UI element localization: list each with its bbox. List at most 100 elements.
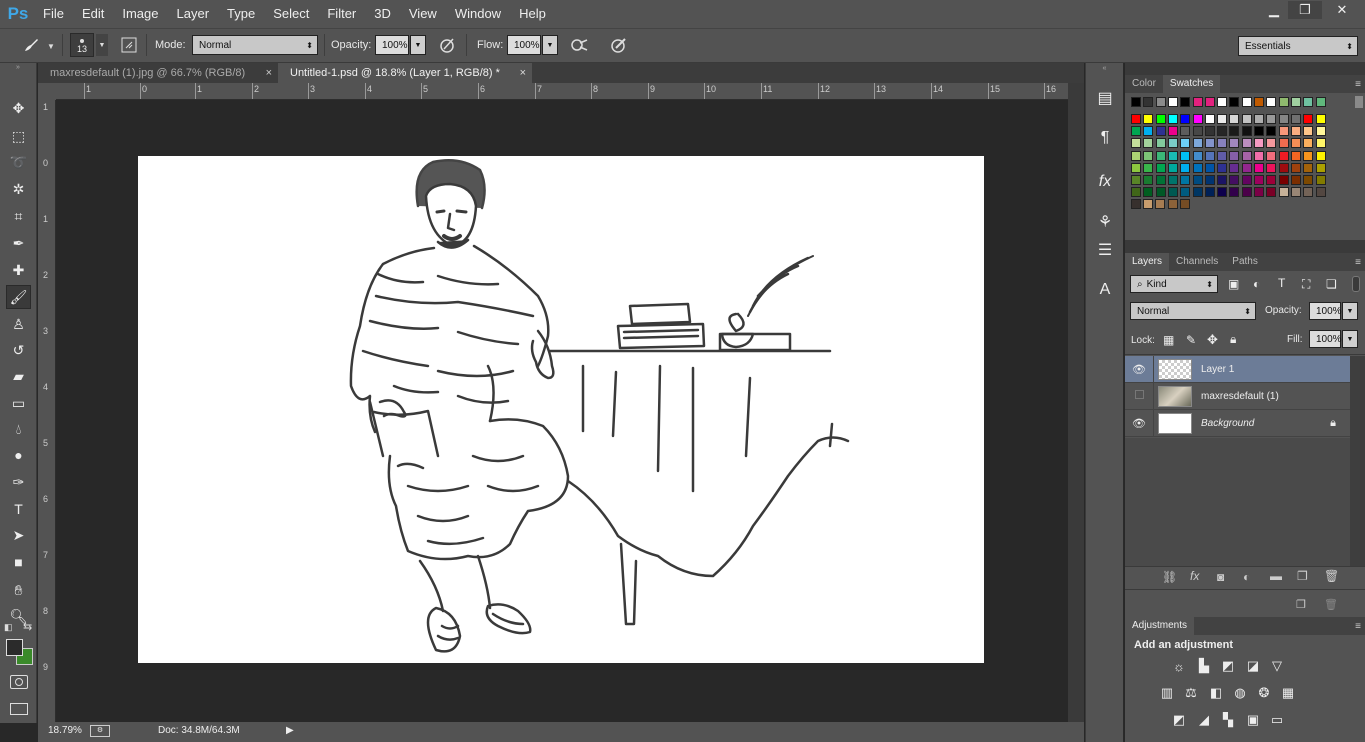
color-swatch[interactable] (1290, 97, 1301, 107)
color-swatch[interactable] (1131, 150, 1141, 161)
color-swatch[interactable] (1155, 175, 1166, 185)
color-swatch[interactable] (1180, 162, 1191, 173)
link-layers-icon[interactable]: ⛓ (1162, 570, 1177, 584)
restore-icon[interactable]: ❐ (1288, 1, 1322, 19)
color-swatch[interactable] (1192, 126, 1203, 137)
layer-thumbnail[interactable] (1158, 385, 1192, 407)
tab-channels[interactable]: Channels (1169, 253, 1225, 271)
color-swatch[interactable] (1315, 187, 1326, 198)
color-swatch[interactable] (1303, 162, 1314, 173)
color-swatch[interactable] (1303, 175, 1314, 185)
paragraph-icon[interactable]: ¶ (1093, 126, 1117, 150)
color-swatch[interactable] (1155, 97, 1166, 107)
color-swatch[interactable] (1254, 138, 1264, 149)
layer-row[interactable]: 👁︎ Layer 1 (1125, 355, 1350, 383)
color-swatch[interactable] (1167, 138, 1178, 149)
close-icon[interactable]: ✕ (1320, 1, 1364, 19)
color-swatch[interactable] (1229, 114, 1240, 124)
color-swatch[interactable] (1204, 97, 1215, 107)
tab-close-icon[interactable]: × (266, 67, 272, 79)
menu-view[interactable]: View (400, 0, 446, 28)
brush-size-picker[interactable]: 13 (70, 33, 94, 57)
color-swatch[interactable] (1229, 126, 1240, 137)
new-item-icon[interactable]: ❐ (1296, 598, 1306, 611)
pen-tool-icon[interactable]: ✑ (6, 470, 31, 494)
eraser-tool-icon[interactable]: ▰ (6, 364, 31, 388)
flow-slider-arrow-icon[interactable]: ▼ (542, 35, 558, 55)
color-swatch[interactable] (1241, 97, 1252, 107)
color-swatch[interactable] (1180, 126, 1191, 137)
color-swatch[interactable] (1180, 199, 1190, 210)
color-swatch[interactable] (1266, 114, 1277, 124)
color-swatch[interactable] (1131, 175, 1141, 185)
lock-transparent-icon[interactable]: ▦ (1163, 333, 1174, 347)
color-swatch[interactable] (1315, 175, 1326, 185)
color-swatch[interactable] (1131, 97, 1141, 107)
opacity-slider-arrow-icon[interactable]: ▼ (410, 35, 426, 55)
color-swatch[interactable] (1229, 162, 1240, 173)
magic-wand-tool-icon[interactable]: ✲ (6, 177, 31, 201)
color-swatch[interactable] (1167, 187, 1178, 198)
color-swatch[interactable] (1315, 150, 1326, 161)
tab-layers[interactable]: Layers (1125, 253, 1170, 271)
opacity-input[interactable]: 100% (375, 35, 409, 55)
color-swatch[interactable] (1278, 175, 1289, 185)
color-swatch[interactable] (1192, 187, 1203, 198)
channel-mixer-icon[interactable]: ❂ (1255, 685, 1273, 701)
color-swatch[interactable] (1143, 138, 1154, 149)
color-swatch[interactable] (1192, 114, 1203, 124)
color-swatch[interactable] (1315, 97, 1326, 107)
color-swatch[interactable] (1180, 97, 1191, 107)
menu-image[interactable]: Image (113, 0, 167, 28)
menu-type[interactable]: Type (218, 0, 264, 28)
color-swatch[interactable] (1241, 162, 1252, 173)
color-swatch[interactable] (1155, 150, 1166, 161)
color-swatch[interactable] (1130, 199, 1141, 210)
color-swatch[interactable] (1290, 187, 1301, 198)
color-swatch[interactable] (1217, 187, 1228, 198)
opacity-arrow-icon[interactable]: ▼ (1342, 302, 1358, 320)
color-swatch[interactable] (1278, 126, 1289, 137)
tab-color[interactable]: Color (1125, 75, 1163, 93)
color-swatch[interactable] (1180, 150, 1191, 161)
lasso-tool-icon[interactable]: ➰ (6, 150, 31, 174)
eye-icon[interactable]: 👁︎ (1125, 363, 1153, 376)
color-swatch[interactable] (1254, 126, 1264, 137)
color-swatch[interactable] (1167, 126, 1178, 137)
color-swatch[interactable] (1315, 138, 1326, 149)
color-swatch[interactable] (1180, 187, 1191, 198)
minimize-icon[interactable]: ▁ (1257, 1, 1291, 19)
color-swatch[interactable] (1254, 162, 1264, 173)
color-swatch[interactable] (1266, 97, 1277, 107)
menu-3d[interactable]: 3D (365, 0, 400, 28)
path-selection-tool-icon[interactable]: ➤ (6, 523, 31, 547)
move-tool-icon[interactable]: ✥ (6, 96, 31, 120)
filter-toggle[interactable] (1352, 276, 1360, 292)
tab-paths[interactable]: Paths (1225, 253, 1265, 271)
layer-row[interactable]: maxresdefault (1) (1125, 382, 1350, 410)
color-swatch[interactable] (1192, 97, 1203, 107)
flow-input[interactable]: 100% (507, 35, 541, 55)
brightness-contrast-icon[interactable]: ☼ (1170, 658, 1188, 674)
delete-item-icon[interactable]: 🗑︎ (1324, 598, 1338, 611)
color-swatch[interactable] (1167, 150, 1178, 161)
color-swatch[interactable] (1303, 126, 1314, 137)
status-preview-icon[interactable]: ⚙ (90, 725, 110, 737)
character-icon[interactable]: A (1093, 278, 1117, 302)
color-swatch[interactable] (1266, 187, 1277, 198)
document-tab-maxresdefault[interactable]: maxresdefault (1).jpg @ 66.7% (RGB/8) × (38, 63, 278, 83)
brush-picker-arrow-icon[interactable]: ▼ (96, 34, 108, 56)
layer-thumbnail[interactable] (1158, 358, 1192, 380)
color-swatch[interactable] (1290, 150, 1301, 161)
color-swatch[interactable] (1143, 97, 1154, 107)
color-swatch[interactable] (1155, 199, 1166, 210)
workspace-select[interactable]: Essentials ⬍ (1238, 36, 1358, 56)
eyedropper-tool-icon[interactable]: ✒ (6, 231, 31, 255)
color-swatch[interactable] (1217, 114, 1228, 124)
color-swatch[interactable] (1266, 162, 1277, 173)
color-swatch[interactable] (1303, 187, 1314, 198)
lock-position-icon[interactable]: ✥ (1207, 332, 1218, 348)
menu-file[interactable]: File (34, 0, 73, 28)
color-swatch[interactable] (1155, 162, 1166, 173)
color-swatch[interactable] (1254, 187, 1264, 198)
